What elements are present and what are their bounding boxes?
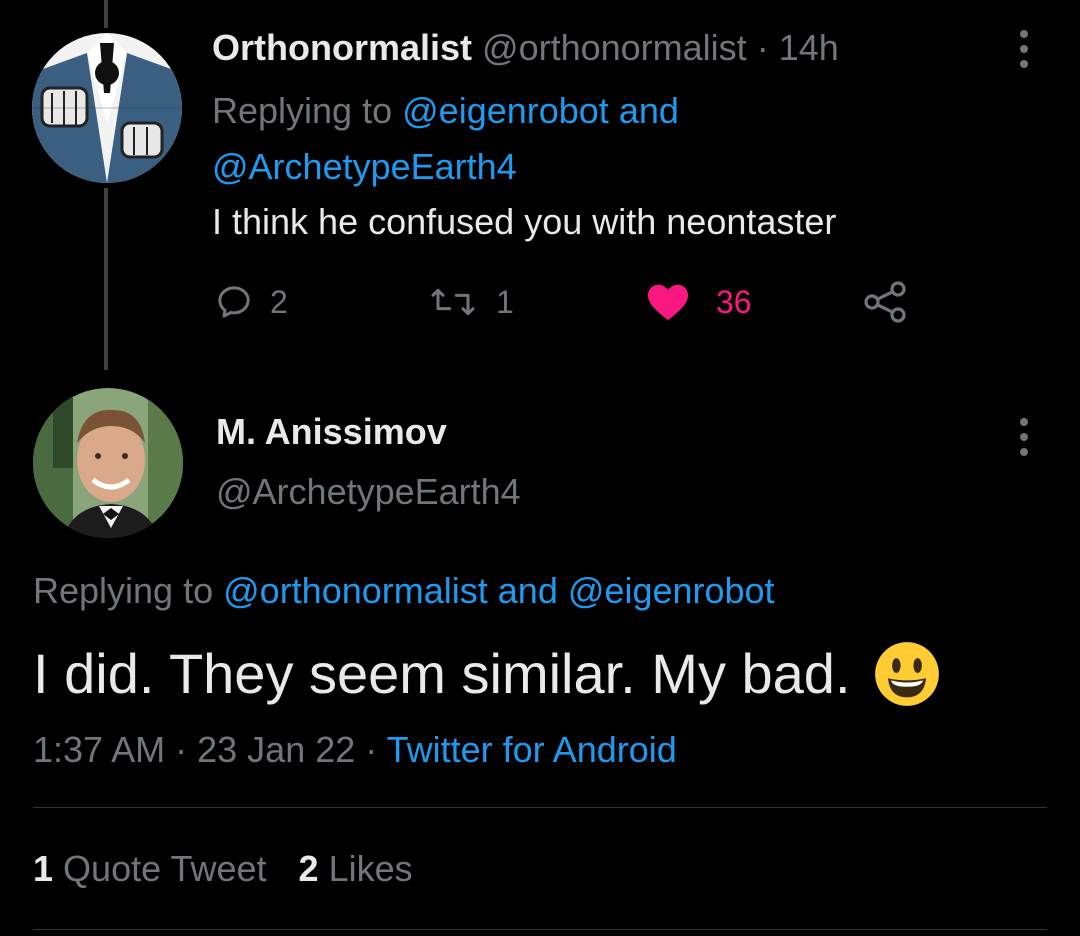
avatar-photo xyxy=(33,388,183,538)
more-options-icon[interactable] xyxy=(1019,30,1029,68)
user-handle[interactable]: @orthonormalist xyxy=(482,27,747,68)
tweet-stats: 1 Quote Tweet 2 Likes xyxy=(33,846,413,892)
tweet-meta-line: 1:37 AM · 23 Jan 22 · Twitter for Androi… xyxy=(33,727,677,773)
display-name[interactable]: Orthonormalist xyxy=(212,27,472,68)
main-tweet-text-row: I did. They seem similar. My bad. xyxy=(33,640,941,708)
avatar-image xyxy=(32,33,182,183)
like-button[interactable]: 36 xyxy=(646,280,752,324)
replying-and: and xyxy=(618,90,679,131)
heart-icon xyxy=(648,284,688,321)
retweet-button[interactable]: 1 xyxy=(426,280,514,324)
tweet-time[interactable]: 1:37 AM xyxy=(33,729,165,770)
like-count: 36 xyxy=(716,283,752,320)
tweet-header: Orthonormalist @orthonormalist · 14h xyxy=(212,26,839,70)
main-tweet-text: I did. They seem similar. My bad. xyxy=(33,642,851,705)
main-user-handle[interactable]: @ArchetypeEarth4 xyxy=(216,470,521,514)
thread-connector-top xyxy=(104,0,108,28)
likes-label: Likes xyxy=(328,848,413,889)
smiling-face-emoji-icon xyxy=(874,642,939,706)
tweet-text: I think he confused you with neontaster xyxy=(212,201,837,242)
mention-orthonormalist[interactable]: @orthonormalist xyxy=(223,570,488,611)
reply-count: 2 xyxy=(270,283,288,320)
tweet-source[interactable]: Twitter for Android xyxy=(387,729,677,770)
likes-count: 2 xyxy=(298,848,319,889)
reply-button[interactable]: 2 xyxy=(214,280,288,324)
share-icon xyxy=(864,281,906,323)
divider-bottom xyxy=(33,929,1047,930)
replying-to-line: Replying to @eigenrobot and @ArchetypeEa… xyxy=(212,83,932,195)
quote-label: Quote Tweet xyxy=(63,848,267,889)
main-display-name[interactable]: M. Anissimov xyxy=(216,410,447,454)
quote-count: 1 xyxy=(33,848,54,889)
replying-to-label: Replying to xyxy=(212,90,393,131)
tweet-date[interactable]: 23 Jan 22 xyxy=(197,729,355,770)
divider xyxy=(33,807,1047,808)
mention-eigenrobot[interactable]: @eigenrobot xyxy=(402,90,609,131)
mention-eigenrobot[interactable]: @eigenrobot xyxy=(568,570,775,611)
thread-connector xyxy=(104,188,108,370)
mention-archetypeearth4[interactable]: @ArchetypeEarth4 xyxy=(212,146,517,187)
replying-and: and xyxy=(497,570,558,611)
avatar-anissimov[interactable] xyxy=(33,388,183,538)
reply-icon xyxy=(218,286,250,318)
timestamp[interactable]: 14h xyxy=(779,27,839,68)
separator: · xyxy=(175,729,188,770)
avatar-orthonormalist[interactable] xyxy=(32,33,182,183)
separator: · xyxy=(365,729,378,770)
likes-stat[interactable]: 2 Likes xyxy=(299,848,413,889)
replying-to-label: Replying to xyxy=(33,570,214,611)
separator: · xyxy=(756,27,769,68)
main-replying-to-line: Replying to @orthonormalist and @eigenro… xyxy=(33,568,775,614)
retweet-icon xyxy=(431,288,475,316)
retweet-count: 1 xyxy=(496,283,514,320)
quote-tweets-stat[interactable]: 1 Quote Tweet xyxy=(33,848,277,889)
more-options-icon-main[interactable] xyxy=(1019,418,1029,456)
share-button[interactable] xyxy=(862,280,910,324)
